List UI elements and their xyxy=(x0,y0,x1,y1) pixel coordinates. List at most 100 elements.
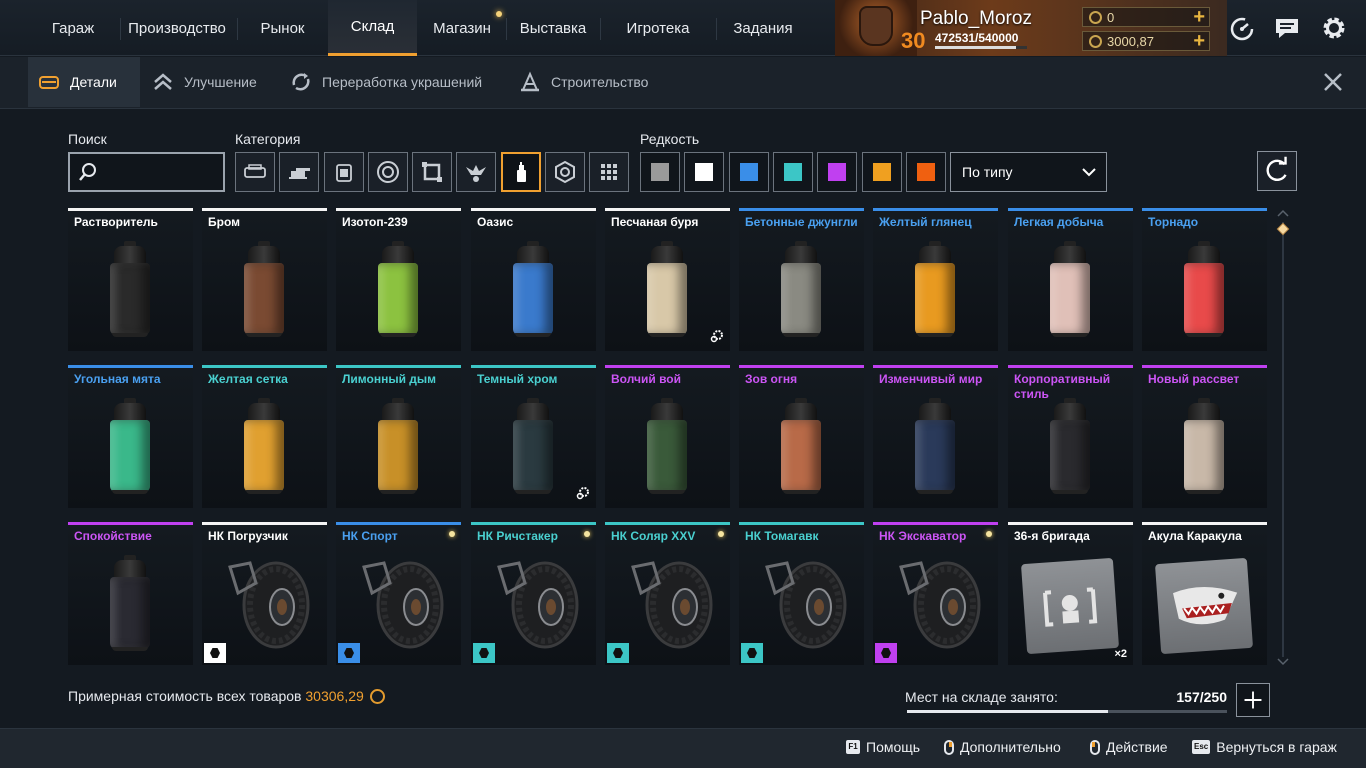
category-rims[interactable] xyxy=(545,152,585,192)
wheel-icon xyxy=(631,561,713,649)
tab-storage[interactable]: Склад xyxy=(328,0,417,56)
hex-rarity-icon xyxy=(607,643,629,663)
tab-game-room[interactable]: Игротека xyxy=(617,0,699,56)
category-paint[interactable] xyxy=(501,152,541,192)
item-card[interactable]: Угольная мята xyxy=(68,365,193,508)
scrollbar-track[interactable] xyxy=(1282,222,1284,657)
rarity-swatch xyxy=(917,163,935,181)
category-module[interactable] xyxy=(324,152,364,192)
item-card[interactable]: Темный хром xyxy=(471,365,596,508)
settings-gear-icon[interactable] xyxy=(1320,14,1348,42)
subtab-parts[interactable]: Детали xyxy=(28,57,140,107)
item-card[interactable]: Оазис xyxy=(471,208,596,351)
add-currency-button[interactable]: + xyxy=(1193,30,1205,53)
scroll-down-icon[interactable] xyxy=(1277,658,1289,666)
item-card[interactable]: Зов огня xyxy=(739,365,864,508)
expand-storage-button[interactable] xyxy=(1236,683,1270,717)
subtab-upgrade[interactable]: Улучшение xyxy=(152,57,257,107)
item-name: 36-я бригада xyxy=(1014,529,1090,543)
player-profile[interactable]: 30 Pablo_Moroz 472531/540000 0 + 3000,87… xyxy=(835,0,1227,56)
close-icon[interactable] xyxy=(1322,71,1344,93)
xp-progress-bar xyxy=(935,46,1027,49)
item-card[interactable]: Новый рассвет xyxy=(1142,365,1267,508)
item-card[interactable]: Изотоп-239 xyxy=(336,208,461,351)
item-card[interactable]: НК Соляр XXV xyxy=(605,522,730,665)
chevron-down-icon xyxy=(1082,168,1096,177)
category-weapon[interactable] xyxy=(279,152,319,192)
item-name: НК Ричстакер xyxy=(477,529,558,543)
hint-action[interactable]: Действие xyxy=(1090,739,1168,755)
item-card[interactable]: Бром xyxy=(202,208,327,351)
rarity-filter-2[interactable] xyxy=(729,152,769,192)
nav-separator xyxy=(716,18,717,40)
rarity-filter-0[interactable] xyxy=(640,152,680,192)
item-card[interactable]: Акула Каракула xyxy=(1142,522,1267,665)
hint-help[interactable]: F1 Помощь xyxy=(846,739,920,755)
wheel-icon xyxy=(228,561,310,649)
item-name: Волчий вой xyxy=(611,372,682,386)
item-card[interactable]: Легкая добыча xyxy=(1008,208,1133,351)
rarity-filter-5[interactable] xyxy=(862,152,902,192)
item-name: Зов огня xyxy=(745,372,798,386)
item-card[interactable]: Желтый глянец xyxy=(873,208,998,351)
subtab-construction[interactable]: Строительство xyxy=(519,57,648,107)
player-name: Pablo_Moroz xyxy=(920,8,1032,29)
item-card[interactable]: 36-я бригада ×2 xyxy=(1008,522,1133,665)
item-card[interactable]: Бетонные джунгли xyxy=(739,208,864,351)
rarity-filter-3[interactable] xyxy=(773,152,813,192)
tab-exhibition[interactable]: Выставка xyxy=(514,0,592,56)
item-card[interactable]: НК Ричстакер xyxy=(471,522,596,665)
new-indicator-icon xyxy=(449,531,455,537)
scrollbar-thumb[interactable] xyxy=(1276,222,1290,236)
item-card[interactable]: Желтая сетка xyxy=(202,365,327,508)
hint-back-to-garage[interactable]: Esc Вернуться в гараж xyxy=(1192,739,1337,755)
add-currency-button[interactable]: + xyxy=(1193,6,1205,29)
item-card[interactable]: Лимонный дым xyxy=(336,365,461,508)
item-card[interactable]: Корпоративный стиль xyxy=(1008,365,1133,508)
storage-progress-bar xyxy=(907,710,1227,713)
item-card[interactable]: Песчаная буря xyxy=(605,208,730,351)
rarity-filter-6[interactable] xyxy=(906,152,946,192)
currency-field-1: 0 + xyxy=(1082,6,1210,29)
tab-tasks[interactable]: Задания xyxy=(728,0,798,56)
item-name: Легкая добыча xyxy=(1014,215,1104,229)
rarity-label: Редкость xyxy=(640,131,700,147)
item-card[interactable]: Волчий вой xyxy=(605,365,730,508)
hint-label: Вернуться в гараж xyxy=(1216,739,1337,755)
item-card[interactable]: Торнадо xyxy=(1142,208,1267,351)
spray-can-icon xyxy=(513,398,553,496)
scroll-up-icon[interactable] xyxy=(1277,209,1289,217)
rarity-filter-4[interactable] xyxy=(817,152,857,192)
tab-garage[interactable]: Гараж xyxy=(38,0,108,56)
subtab-decor-recycle[interactable]: Переработка украшений xyxy=(290,57,482,107)
subtab-label: Детали xyxy=(70,74,117,90)
hint-label: Дополнительно xyxy=(960,739,1061,755)
construction-icon xyxy=(521,71,539,92)
sort-select[interactable]: По типу xyxy=(950,152,1107,192)
refresh-button[interactable] xyxy=(1257,151,1297,191)
category-wheels[interactable] xyxy=(368,152,408,192)
item-name: НК Соляр XXV xyxy=(611,529,696,543)
tab-market[interactable]: Рынок xyxy=(250,0,315,56)
speedometer-icon[interactable] xyxy=(1228,14,1256,42)
spray-can-icon xyxy=(378,398,418,496)
tab-production[interactable]: Производство xyxy=(124,0,230,56)
hint-more[interactable]: Дополнительно xyxy=(944,739,1061,755)
item-card[interactable]: Растворитель xyxy=(68,208,193,351)
item-card[interactable]: НК Томагавк xyxy=(739,522,864,665)
chat-icon[interactable] xyxy=(1273,14,1301,42)
category-cabin[interactable] xyxy=(235,152,275,192)
search-box xyxy=(68,152,225,192)
item-card[interactable]: Изменчивый мир xyxy=(873,365,998,508)
item-card[interactable]: Спокойствие xyxy=(68,522,193,665)
spray-can-icon xyxy=(647,241,687,339)
item-card[interactable]: НК Экскаватор xyxy=(873,522,998,665)
tab-shop[interactable]: Магазин xyxy=(428,0,496,56)
item-card[interactable]: НК Погрузчик xyxy=(202,522,327,665)
category-frame[interactable] xyxy=(412,152,452,192)
category-decor[interactable] xyxy=(456,152,496,192)
rarity-filter-1[interactable] xyxy=(684,152,724,192)
rarity-swatch xyxy=(695,163,713,181)
item-card[interactable]: НК Спорт xyxy=(336,522,461,665)
category-all[interactable] xyxy=(589,152,629,192)
